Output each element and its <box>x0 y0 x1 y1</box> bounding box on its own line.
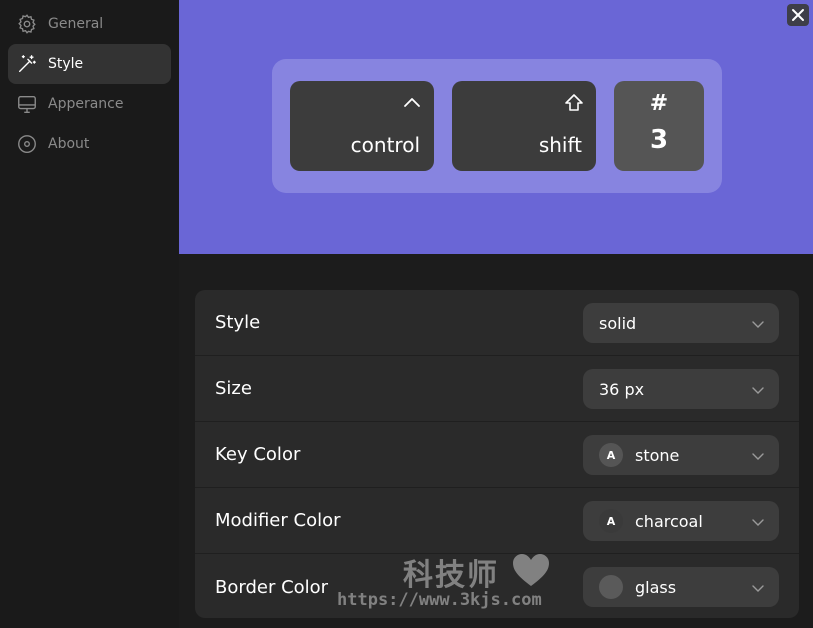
sidebar-item-about[interactable]: About <box>8 124 171 164</box>
key-3: # 3 <box>614 81 704 171</box>
select-value: 36 px <box>599 379 645 399</box>
key-tray: control shift # 3 <box>272 59 722 193</box>
select-value: charcoal <box>635 511 703 531</box>
info-circle-icon <box>16 133 38 155</box>
key-color-select[interactable]: A stone <box>583 435 779 475</box>
select-value: stone <box>635 445 680 465</box>
setting-label: Modifier Color <box>215 510 341 531</box>
sidebar-item-general[interactable]: General <box>8 4 171 44</box>
chevron-down-icon <box>751 448 765 462</box>
setting-label: Style <box>215 312 261 333</box>
sidebar-item-label: General <box>48 16 104 32</box>
key-control: control <box>290 81 434 171</box>
style-select[interactable]: solid <box>583 303 779 343</box>
select-value: glass <box>635 577 677 597</box>
sidebar-item-style[interactable]: Style <box>8 44 171 84</box>
chevron-down-icon <box>751 514 765 528</box>
magic-wand-icon <box>16 53 38 75</box>
shift-arrow-icon <box>564 93 584 113</box>
modifier-color-select[interactable]: A charcoal <box>583 501 779 541</box>
setting-row-size: Size 36 px <box>195 356 799 422</box>
style-settings-panel: Style solid Size 36 px Key Color A stone… <box>195 290 799 618</box>
size-select[interactable]: 36 px <box>583 369 779 409</box>
setting-row-modifier-color: Modifier Color A charcoal <box>195 488 799 554</box>
setting-label: Border Color <box>215 576 329 598</box>
caret-up-icon <box>402 93 422 113</box>
key-preview: control shift # 3 <box>179 0 813 254</box>
color-swatch: A <box>599 509 623 533</box>
chevron-down-icon <box>751 580 765 594</box>
select-value: solid <box>599 313 637 333</box>
setting-label: Key Color <box>215 444 301 465</box>
monitor-icon <box>16 93 38 115</box>
key-label: shift <box>538 133 582 157</box>
color-swatch <box>599 575 623 599</box>
gear-icon <box>16 13 38 35</box>
setting-row-key-color: Key Color A stone <box>195 422 799 488</box>
sidebar-item-label: Style <box>48 56 84 72</box>
chevron-down-icon <box>751 316 765 330</box>
setting-row-border-color: Border Color glass <box>195 554 799 618</box>
sidebar-item-apperance[interactable]: Apperance <box>8 84 171 124</box>
chevron-down-icon <box>751 382 765 396</box>
sidebar-item-label: About <box>48 136 90 152</box>
close-button[interactable] <box>787 4 809 26</box>
setting-row-style: Style solid <box>195 290 799 356</box>
sidebar-item-label: Apperance <box>48 96 124 112</box>
key-symbol: # <box>649 91 669 116</box>
close-icon <box>792 9 804 21</box>
border-color-select[interactable]: glass <box>583 567 779 607</box>
color-swatch: A <box>599 443 623 467</box>
key-label: control <box>350 133 420 157</box>
key-shift: shift <box>452 81 596 171</box>
setting-label: Size <box>215 378 252 399</box>
sidebar: General Style Apperance About <box>0 0 179 628</box>
key-label: 3 <box>649 125 669 155</box>
